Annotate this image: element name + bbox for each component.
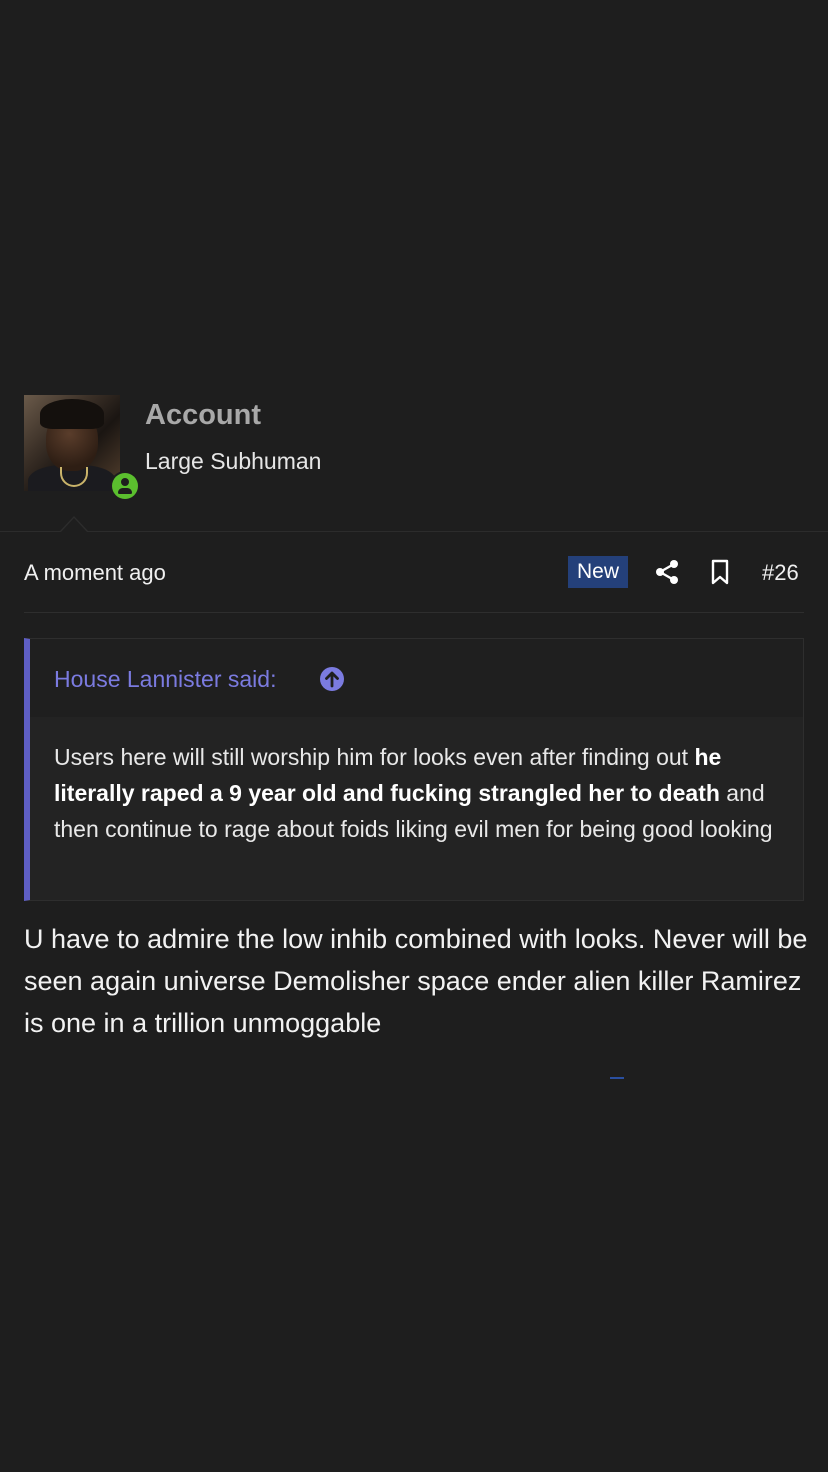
share-icon[interactable] [654, 559, 680, 585]
author-pointer [61, 518, 87, 532]
quote-text-part: Users here will still worship him for lo… [54, 744, 695, 770]
user-avatar[interactable] [24, 395, 120, 491]
quote-author-link[interactable]: House Lannister said: [54, 666, 276, 693]
quote-header: House Lannister said: [30, 639, 803, 717]
username-link[interactable]: Account [145, 399, 261, 432]
link-underline-fragment [610, 1077, 624, 1079]
quote-text: Users here will still worship him for lo… [54, 739, 786, 847]
online-status-dot [112, 473, 138, 499]
meta-divider [24, 612, 804, 613]
post-timestamp[interactable]: A moment ago [24, 560, 166, 586]
quote-block: House Lannister said: Users here will st… [24, 638, 804, 901]
post-body-text: U have to admire the low inhib combined … [24, 924, 808, 1038]
online-status-body [118, 488, 132, 494]
avatar-hair-shape [40, 399, 104, 429]
post-author-block: Account Large Subhuman [24, 395, 804, 501]
bookmark-icon[interactable] [710, 559, 730, 585]
page: Account Large Subhuman A moment ago New … [0, 0, 828, 1472]
post-number-link[interactable]: #26 [762, 560, 799, 586]
post-meta-row: A moment ago New #26 [24, 552, 804, 592]
arrow-up-circle-icon[interactable] [319, 666, 345, 692]
user-title: Large Subhuman [145, 448, 322, 474]
online-status-head [121, 478, 129, 486]
author-divider [0, 531, 828, 532]
online-status-icon [110, 471, 140, 501]
new-badge: New [568, 556, 628, 588]
